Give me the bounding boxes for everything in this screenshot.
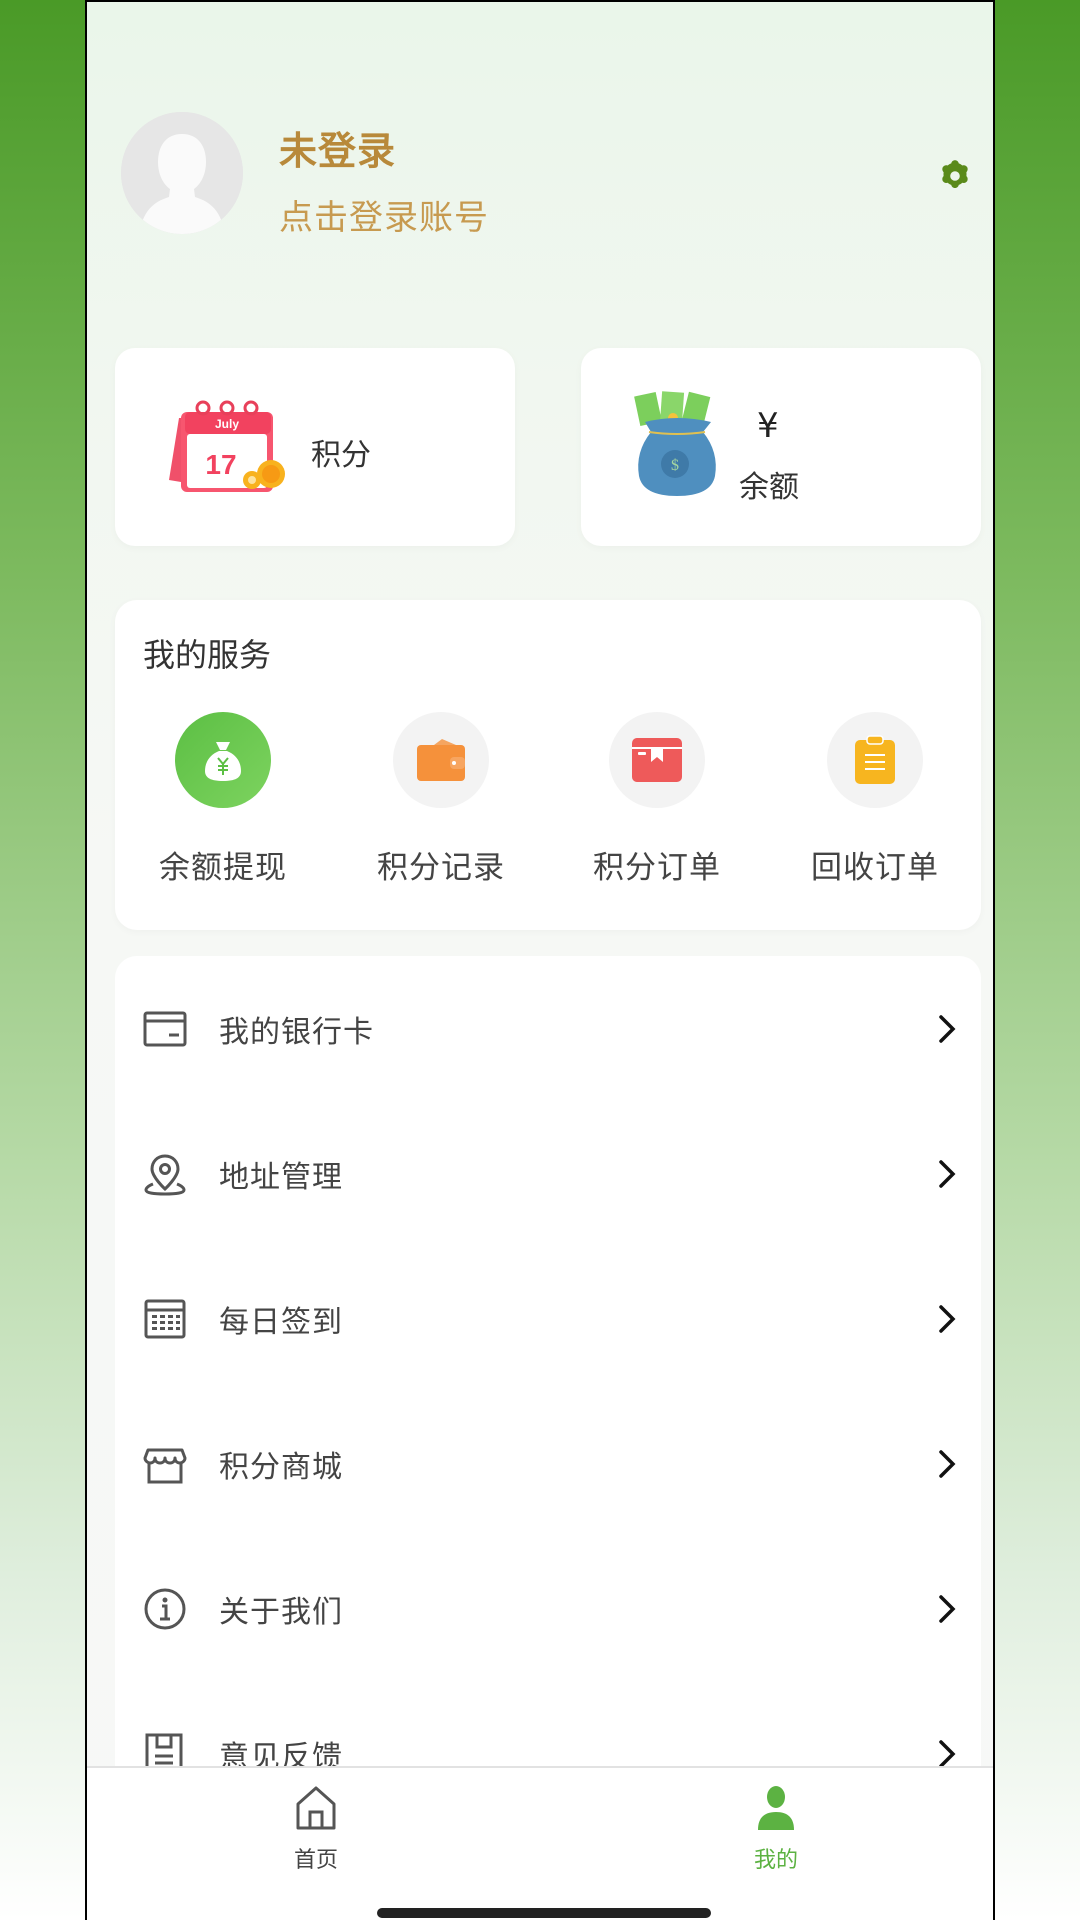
store-icon [143, 1448, 187, 1483]
calendar-coin-icon: July 17 [169, 400, 285, 492]
service-withdraw-balance[interactable]: 余额提现 [133, 712, 313, 912]
menu-label: 积分商城 [219, 1449, 343, 1485]
chevron-right-icon [939, 1449, 956, 1478]
money-bag-icon: $ [634, 391, 716, 496]
settings-menu: 我的银行卡 地址管理 每日签到 积分商城 关于我们 意见反馈 [115, 956, 981, 1856]
service-recycle-orders[interactable]: 回收订单 [785, 712, 965, 912]
service-points-record[interactable]: 积分记录 [351, 712, 531, 912]
bottom-tab-bar: 首页 我的 [87, 1766, 993, 1920]
service-icon-bg [609, 712, 705, 808]
service-icon-bg [175, 712, 271, 808]
points-label: 积分 [311, 438, 371, 473]
home-indicator[interactable] [377, 1908, 711, 1918]
tab-home[interactable]: 首页 [246, 1784, 386, 1884]
home-icon [296, 1786, 336, 1830]
calendar-month: July [215, 417, 239, 431]
user-icon [758, 1786, 794, 1830]
menu-label: 我的银行卡 [219, 1014, 374, 1050]
info-icon [144, 1588, 186, 1629]
avatar[interactable] [121, 112, 243, 234]
service-label: 回收订单 [811, 850, 939, 886]
chevron-right-icon [939, 1594, 956, 1623]
points-card[interactable]: July 17 积分 [115, 348, 515, 546]
service-label: 积分订单 [593, 850, 721, 886]
balance-value: ¥ [757, 406, 779, 446]
menu-item-daily-checkin[interactable]: 每日签到 [115, 1246, 981, 1391]
gear-icon[interactable] [937, 158, 973, 194]
clipboard-icon [855, 735, 895, 784]
tab-mine[interactable]: 我的 [706, 1784, 846, 1884]
service-label: 余额提现 [159, 850, 287, 886]
menu-item-about-us[interactable]: 关于我们 [115, 1536, 981, 1681]
balance-card[interactable]: $ ¥ 余额 [581, 348, 981, 546]
menu-label: 地址管理 [219, 1159, 343, 1195]
calendar-icon [144, 1299, 186, 1338]
chevron-right-icon [939, 1304, 956, 1333]
balance-label: 余额 [739, 470, 799, 505]
service-points-orders[interactable]: 积分订单 [567, 712, 747, 912]
location-pin-icon [144, 1153, 186, 1196]
service-icon-bg [393, 712, 489, 808]
menu-label: 每日签到 [219, 1304, 343, 1340]
user-name[interactable]: 未登录 [279, 120, 396, 175]
calendar-day: 17 [205, 449, 236, 480]
yuan-bag-icon [205, 742, 241, 781]
menu-label: 关于我们 [219, 1594, 343, 1630]
package-icon [632, 738, 682, 782]
tab-label: 我的 [753, 1848, 798, 1873]
chevron-right-icon [939, 1014, 956, 1043]
svg-text:$: $ [671, 457, 679, 474]
menu-item-points-mall[interactable]: 积分商城 [115, 1391, 981, 1536]
service-label: 积分记录 [377, 850, 505, 886]
menu-item-bank-card[interactable]: 我的银行卡 [115, 956, 981, 1101]
service-icon-bg [827, 712, 923, 808]
wallet-icon [417, 739, 465, 781]
login-link[interactable]: 点击登录账号 [279, 190, 489, 239]
bank-card-icon [143, 1011, 187, 1046]
default-avatar-icon [121, 112, 243, 234]
profile-header: 未登录 点击登录账号 [87, 2, 993, 322]
services-title: 我的服务 [143, 636, 272, 674]
phone-screen: 未登录 点击登录账号 July 17 积分 $ ¥ 余额 我的服务 余额提现 积… [85, 0, 995, 1920]
chevron-right-icon [939, 1159, 956, 1188]
menu-item-address[interactable]: 地址管理 [115, 1101, 981, 1246]
my-services-card: 我的服务 余额提现 积分记录 积分订单 回收订单 [115, 600, 981, 930]
tab-label: 首页 [293, 1848, 338, 1873]
